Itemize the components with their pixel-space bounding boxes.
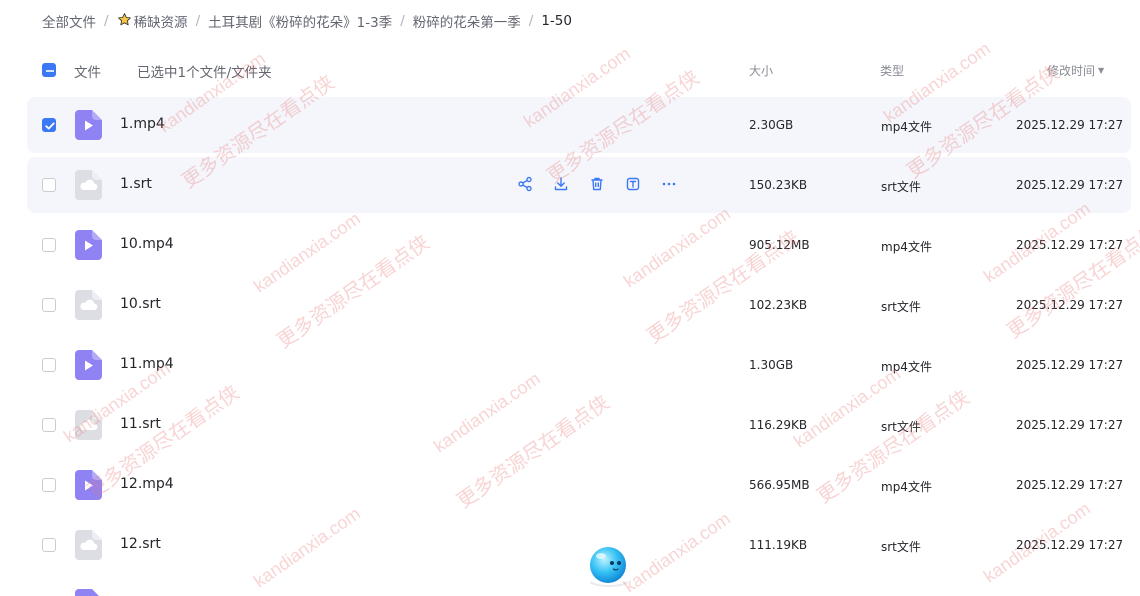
file-row[interactable]: 12.mp4 566.95MB mp4文件 2025.12.29 17:27: [27, 457, 1131, 513]
file-name[interactable]: 1.srt: [120, 176, 152, 192]
row-checkbox[interactable]: [42, 478, 56, 492]
breadcrumb-all-files[interactable]: 全部文件: [42, 11, 96, 31]
column-time-label: 修改时间: [1047, 64, 1096, 78]
sort-desc-icon: ▼: [1098, 66, 1105, 75]
column-size-header[interactable]: 大小: [749, 62, 773, 79]
file-size: 150.23KB: [749, 178, 808, 192]
star-icon: [117, 12, 132, 31]
video-file-icon: [74, 350, 102, 380]
video-file-icon: [74, 230, 102, 260]
file-type: srt文件: [881, 180, 921, 194]
row-checkbox[interactable]: [42, 178, 56, 192]
file-name[interactable]: 11.mp4: [120, 356, 174, 372]
file-size: 116.29KB: [749, 418, 808, 432]
column-time-header[interactable]: 修改时间 ▼: [1047, 62, 1104, 79]
delete-icon[interactable]: [589, 176, 605, 192]
column-name-header[interactable]: 文件: [74, 61, 101, 81]
column-type-header[interactable]: 类型: [880, 62, 904, 79]
file-type: mp4文件: [881, 360, 932, 374]
breadcrumb-season[interactable]: 粉碎的花朵第一季: [413, 11, 521, 31]
file-size: 2.30GB: [749, 118, 794, 132]
breadcrumb-separator: /: [104, 13, 109, 29]
file-size: 905.12MB: [749, 238, 810, 252]
video-file-icon: [74, 470, 102, 500]
file-type: srt文件: [881, 540, 921, 554]
file-row[interactable]: 10.srt 102.23KB srt文件 2025.12.29 17:27: [27, 277, 1131, 333]
row-checkbox[interactable]: [42, 538, 56, 552]
breadcrumb-series[interactable]: 土耳其剧《粉碎的花朵》1-3季: [208, 11, 392, 31]
file-type: mp4文件: [881, 480, 932, 494]
file-name[interactable]: 10.srt: [120, 296, 161, 312]
file-name[interactable]: 11.srt: [120, 416, 161, 432]
file-size: 566.95MB: [749, 478, 810, 492]
share-icon[interactable]: [517, 176, 533, 192]
file-name[interactable]: 1.mp4: [120, 116, 165, 132]
file-modified-time: 2025.12.29 17:27: [1016, 478, 1124, 492]
video-file-icon: [74, 110, 102, 140]
breadcrumb-separator: /: [195, 13, 201, 29]
breadcrumb-label: 稀缺资源: [133, 15, 188, 31]
row-actions: [517, 176, 677, 192]
subtitle-file-icon: [74, 290, 102, 320]
file-modified-time: 2025.12.29 17:27: [1016, 418, 1124, 432]
file-modified-time: 2025.12.29 17:27: [1016, 178, 1124, 192]
select-all-checkbox[interactable]: [42, 63, 56, 77]
subtitle-file-icon: [74, 170, 102, 200]
file-modified-time: 2025.12.29 17:27: [1016, 298, 1124, 312]
file-modified-time: 2025.12.29 17:27: [1016, 358, 1124, 372]
file-name[interactable]: 12.mp4: [120, 476, 174, 492]
breadcrumb-current-folder: 1-50: [541, 13, 572, 29]
file-name[interactable]: 12.srt: [120, 536, 161, 552]
row-checkbox[interactable]: [42, 118, 56, 132]
file-type: mp4文件: [881, 120, 932, 134]
row-checkbox[interactable]: [42, 298, 56, 312]
breadcrumb-separator: /: [400, 13, 405, 29]
file-type: srt文件: [881, 300, 921, 314]
file-size: 111.19KB: [749, 538, 808, 552]
file-modified-time: 2025.12.29 17:27: [1016, 118, 1124, 132]
file-modified-time: 2025.12.29 17:27: [1016, 238, 1124, 252]
selection-count-text: 已选中1个文件/文件夹: [137, 65, 272, 81]
subtitle-file-icon: [74, 530, 102, 560]
assistant-mascot-icon[interactable]: [586, 542, 632, 588]
file-row[interactable]: 1.mp4 2.30GB mp4文件 2025.12.29 17:27: [27, 97, 1131, 153]
file-size: 102.23KB: [749, 298, 808, 312]
row-checkbox[interactable]: [42, 238, 56, 252]
subtitle-file-icon: [74, 410, 102, 440]
rename-icon[interactable]: [625, 176, 641, 192]
file-list-header: 文件 已选中1个文件/文件夹 大小 类型 修改时间 ▼: [0, 50, 1140, 90]
file-size: 1.30GB: [749, 358, 794, 372]
file-modified-time: 2025.12.29 17:27: [1016, 538, 1124, 552]
next-row-icon-peek: [74, 589, 102, 596]
breadcrumb: 全部文件 / 稀缺资源 / 土耳其剧《粉碎的花朵》1-3季 / 粉碎的花朵第一季…: [42, 11, 572, 31]
file-row[interactable]: 12.srt 111.19KB srt文件 2025.12.29 17:27: [27, 517, 1131, 573]
file-name[interactable]: 10.mp4: [120, 236, 174, 252]
download-icon[interactable]: [553, 176, 569, 192]
file-row[interactable]: 11.srt 116.29KB srt文件 2025.12.29 17:27: [27, 397, 1131, 453]
row-checkbox[interactable]: [42, 358, 56, 372]
file-row[interactable]: 1.srt 150.23KB srt文件 2025.12.29 17:27: [27, 157, 1131, 213]
breadcrumb-rare-resources[interactable]: 稀缺资源: [117, 11, 188, 31]
row-checkbox[interactable]: [42, 418, 56, 432]
file-type: srt文件: [881, 420, 921, 434]
file-type: mp4文件: [881, 240, 932, 254]
file-row[interactable]: 11.mp4 1.30GB mp4文件 2025.12.29 17:27: [27, 337, 1131, 393]
more-icon[interactable]: [661, 176, 677, 192]
breadcrumb-separator: /: [528, 13, 534, 29]
file-row[interactable]: 10.mp4 905.12MB mp4文件 2025.12.29 17:27: [27, 217, 1131, 273]
